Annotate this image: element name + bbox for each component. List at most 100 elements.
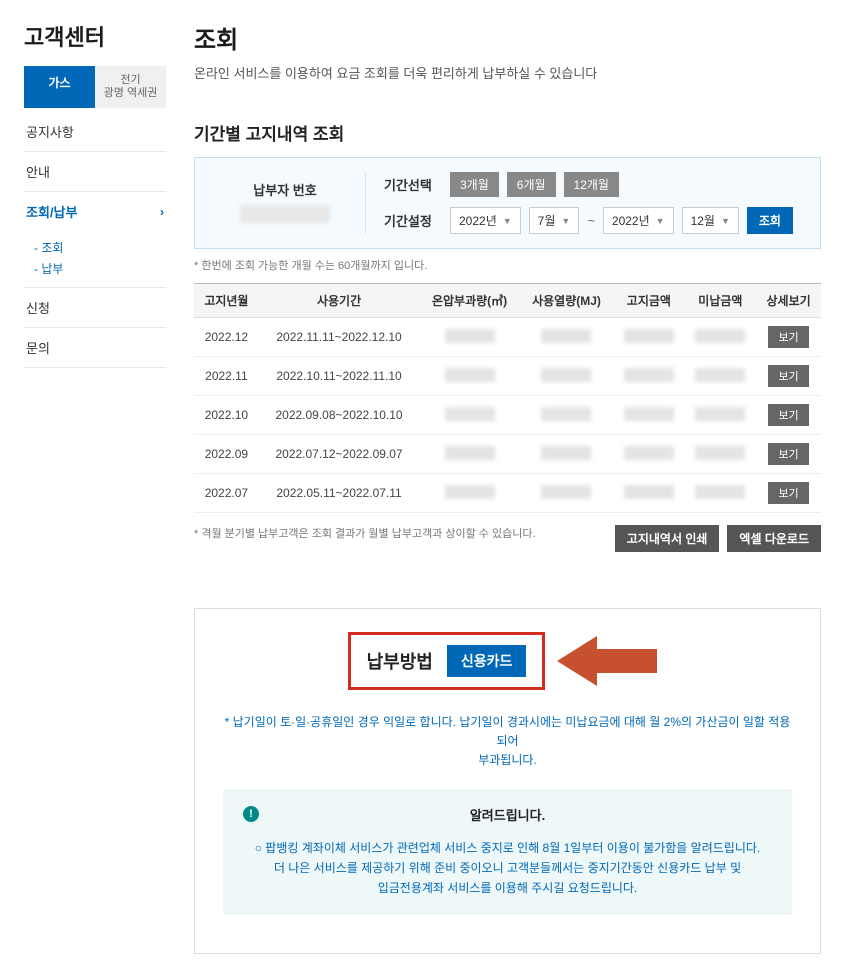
- payment-note: * 납기일이 토·일·공휴일인 경우 익일로 합니다. 납기일이 경과시에는 미…: [223, 713, 792, 771]
- cell-heat: [520, 318, 613, 357]
- page-subtitle: 온라인 서비스를 이용하여 요금 조회를 더욱 편리하게 납부하실 수 있습니다: [194, 63, 821, 82]
- tab-label: 가스: [48, 76, 70, 90]
- sidebar-item-label: 신청: [26, 298, 50, 317]
- cell-heat: [520, 474, 613, 513]
- payment-box: 납부방법 신용카드: [348, 632, 546, 690]
- period-set-label: 기간설정: [384, 211, 442, 230]
- tab-label-line2: 광명 역세권: [104, 87, 158, 99]
- sidebar-item-notice[interactable]: 공지사항: [24, 112, 166, 152]
- caret-down-icon: ▼: [656, 216, 665, 226]
- period-chip-6m[interactable]: 6개월: [507, 172, 556, 197]
- sidebar-tab-gas[interactable]: 가스: [24, 66, 95, 108]
- payment-section: 납부방법 신용카드 * 납기일이 토·일·공휴일인 경우 익일로 합니다. 납기…: [194, 608, 821, 954]
- cell-unpaid: [685, 357, 757, 396]
- payment-row: 납부방법 신용카드: [223, 631, 792, 691]
- table-row: 2022.10 2022.09.08~2022.10.10 보기: [194, 396, 821, 435]
- sidebar-sub-lookup[interactable]: - 조회: [34, 237, 166, 258]
- to-year-dropdown[interactable]: 2022년 ▼: [603, 207, 674, 234]
- payment-method-button[interactable]: 신용카드: [447, 645, 527, 677]
- sidebar-item-label: 문의: [26, 338, 50, 357]
- alert-title-row: ! 알려드립니다.: [243, 805, 772, 824]
- billing-table: 고지년월 사용기간 온압부과량(㎥) 사용열량(MJ) 고지금액 미납금액 상세…: [194, 283, 821, 513]
- payer-box: 납부자 번호: [205, 172, 365, 234]
- cell-amount: [613, 318, 685, 357]
- sidebar-item-lookup-pay[interactable]: 조회/납부 ›: [24, 192, 166, 231]
- view-button[interactable]: 보기: [768, 443, 808, 465]
- arrow-left-icon: [557, 631, 667, 691]
- query-note: * 한번에 조회 가능한 개월 수는 60개월까지 입니다.: [194, 257, 821, 273]
- cell-volume: [419, 357, 520, 396]
- sidebar-item-request[interactable]: 신청: [24, 288, 166, 328]
- from-year-dropdown[interactable]: 2022년 ▼: [450, 207, 521, 234]
- page-title: 조회: [194, 20, 821, 55]
- cell-detail: 보기: [756, 474, 821, 513]
- cell-bill-ym: 2022.07: [194, 474, 259, 513]
- alert-body: ○ 팝뱅킹 계좌이체 서비스가 관련업체 서비스 중지로 인해 8월 1일부터 …: [243, 838, 772, 899]
- cell-detail: 보기: [756, 435, 821, 474]
- query-box: 납부자 번호 기간선택 3개월 6개월 12개월 기간설정 2022년 ▼: [194, 157, 821, 249]
- cell-unpaid: [685, 318, 757, 357]
- caret-down-icon: ▼: [561, 216, 570, 226]
- table-row: 2022.07 2022.05.11~2022.07.11 보기: [194, 474, 821, 513]
- cell-amount: [613, 474, 685, 513]
- cell-bill-ym: 2022.11: [194, 357, 259, 396]
- cell-bill-ym: 2022.09: [194, 435, 259, 474]
- view-button[interactable]: 보기: [768, 404, 808, 426]
- col-unpaid: 미납금액: [685, 284, 757, 318]
- cell-period: 2022.05.11~2022.07.11: [259, 474, 419, 513]
- period-chip-3m[interactable]: 3개월: [450, 172, 499, 197]
- chevron-right-icon: ›: [160, 205, 164, 219]
- dropdown-value: 7월: [538, 212, 556, 229]
- payment-label: 납부방법: [367, 648, 433, 674]
- sidebar-tab-electric[interactable]: 전기 광명 역세권: [95, 66, 166, 108]
- col-detail: 상세보기: [756, 284, 821, 318]
- table-row: 2022.11 2022.10.11~2022.11.10 보기: [194, 357, 821, 396]
- col-amount: 고지금액: [613, 284, 685, 318]
- dropdown-value: 12월: [691, 212, 715, 229]
- sidebar: 고객센터 가스 전기 광명 역세권 공지사항 안내 조회/납부 ›: [24, 20, 166, 954]
- sidebar-item-inquiry[interactable]: 문의: [24, 328, 166, 368]
- cell-period: 2022.11.11~2022.12.10: [259, 318, 419, 357]
- col-bill-ym: 고지년월: [194, 284, 259, 318]
- section-title: 기간별 고지내역 조회: [194, 120, 821, 145]
- from-month-dropdown[interactable]: 7월 ▼: [529, 207, 580, 234]
- sidebar-submenu: - 조회 - 납부: [24, 231, 166, 288]
- cell-volume: [419, 435, 520, 474]
- table-row: 2022.09 2022.07.12~2022.09.07 보기: [194, 435, 821, 474]
- col-period: 사용기간: [259, 284, 419, 318]
- to-month-dropdown[interactable]: 12월 ▼: [682, 207, 739, 234]
- cell-volume: [419, 318, 520, 357]
- excel-button[interactable]: 엑셀 다운로드: [727, 525, 821, 552]
- view-button[interactable]: 보기: [768, 365, 808, 387]
- period-box: 기간선택 3개월 6개월 12개월 기간설정 2022년 ▼ 7월 ▼ ~: [365, 172, 810, 234]
- sidebar-sub-label: - 납부: [34, 262, 63, 276]
- print-button[interactable]: 고지내역서 인쇄: [615, 525, 720, 552]
- sidebar-item-label: 조회/납부: [26, 202, 77, 221]
- sidebar-tabs: 가스 전기 광명 역세권: [24, 66, 166, 108]
- dropdown-value: 2022년: [612, 212, 650, 229]
- tilde-separator: ~: [587, 213, 595, 228]
- view-button[interactable]: 보기: [768, 326, 808, 348]
- period-set-row: 기간설정 2022년 ▼ 7월 ▼ ~ 2022년 ▼ 1: [384, 207, 810, 234]
- cell-amount: [613, 357, 685, 396]
- cell-heat: [520, 435, 613, 474]
- caret-down-icon: ▼: [721, 216, 730, 226]
- payer-value: [240, 205, 330, 223]
- sidebar-menu: 공지사항 안내 조회/납부 › - 조회 - 납부 신청 문의: [24, 112, 166, 368]
- sidebar-item-label: 안내: [26, 162, 50, 181]
- cell-bill-ym: 2022.10: [194, 396, 259, 435]
- sidebar-sub-pay[interactable]: - 납부: [34, 258, 166, 279]
- cell-detail: 보기: [756, 318, 821, 357]
- query-button[interactable]: 조회: [747, 207, 793, 234]
- alert-title: 알려드립니다.: [470, 805, 545, 824]
- period-select-label: 기간선택: [384, 175, 442, 194]
- info-icon: !: [243, 806, 259, 822]
- view-button[interactable]: 보기: [768, 482, 808, 504]
- caret-down-icon: ▼: [503, 216, 512, 226]
- cell-bill-ym: 2022.12: [194, 318, 259, 357]
- cell-volume: [419, 474, 520, 513]
- sidebar-item-guide[interactable]: 안내: [24, 152, 166, 192]
- cell-detail: 보기: [756, 357, 821, 396]
- cell-volume: [419, 396, 520, 435]
- period-chip-12m[interactable]: 12개월: [564, 172, 619, 197]
